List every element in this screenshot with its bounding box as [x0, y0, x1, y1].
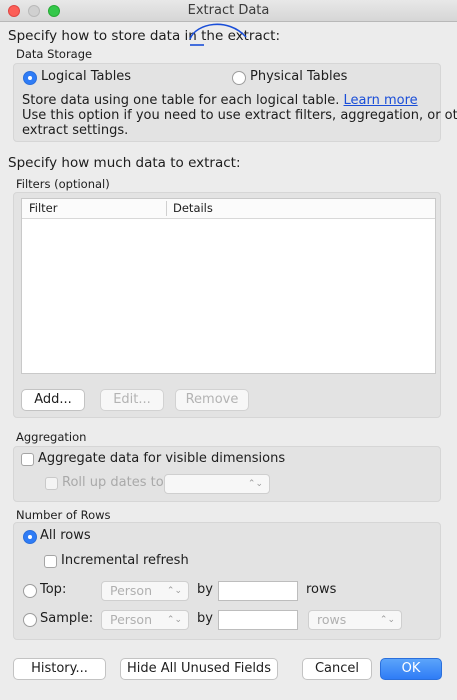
- sample-unit-value: rows: [317, 612, 347, 627]
- history-button[interactable]: History...: [13, 658, 106, 680]
- sample-field-select[interactable]: Person ⌃⌄: [101, 610, 189, 630]
- incremental-refresh-checkbox[interactable]: [44, 555, 57, 568]
- sample-by-label: by: [197, 611, 213, 626]
- sample-radio[interactable]: [23, 613, 37, 627]
- extract-amount-heading: Specify how much data to extract:: [8, 155, 241, 171]
- data-storage-group: Logical Tables Physical Tables Store dat…: [13, 63, 457, 142]
- top-field-value: Person: [110, 583, 153, 598]
- hide-unused-fields-button[interactable]: Hide All Unused Fields: [120, 658, 278, 680]
- storage-description-text: Store data using one table for each logi…: [22, 93, 340, 108]
- storage-description-line-2: Use this option if you need to use extra…: [22, 108, 457, 123]
- aggregate-label[interactable]: Aggregate data for visible dimensions: [38, 451, 285, 466]
- top-rows-label: rows: [306, 582, 337, 597]
- select-stepper-icon: ⌃⌄: [247, 479, 263, 489]
- annotation-mark-icon: [189, 23, 247, 46]
- details-column-header[interactable]: Details: [173, 201, 213, 215]
- filters-label: Filters (optional): [16, 177, 110, 191]
- cancel-button[interactable]: Cancel: [302, 658, 372, 680]
- roll-up-dates-checkbox[interactable]: [45, 477, 58, 490]
- window-title: Extract Data: [187, 3, 270, 18]
- edit-filter-button[interactable]: Edit...: [100, 389, 164, 411]
- top-by-label: by: [197, 582, 213, 597]
- select-stepper-icon: ⌃⌄: [166, 586, 182, 596]
- select-stepper-icon: ⌃⌄: [166, 615, 182, 625]
- physical-tables-label[interactable]: Physical Tables: [250, 69, 347, 84]
- all-rows-radio[interactable]: [23, 530, 37, 544]
- physical-tables-radio[interactable]: [232, 71, 246, 85]
- logical-tables-label[interactable]: Logical Tables: [41, 69, 131, 84]
- top-count-input[interactable]: [218, 581, 298, 601]
- top-field-select[interactable]: Person ⌃⌄: [101, 581, 189, 601]
- aggregation-group: Aggregate data for visible dimensions Ro…: [13, 446, 441, 502]
- aggregation-label: Aggregation: [16, 430, 87, 444]
- roll-up-dates-label: Roll up dates to: [62, 475, 164, 490]
- storage-description-line-1: Store data using one table for each logi…: [22, 93, 418, 108]
- filters-table[interactable]: Filter Details: [21, 198, 436, 374]
- filters-table-header: Filter Details: [22, 199, 435, 219]
- number-of-rows-group: All rows Incremental refresh Top: Person…: [13, 522, 441, 640]
- sample-count-input[interactable]: [218, 610, 298, 630]
- top-label[interactable]: Top:: [40, 582, 66, 597]
- logical-tables-radio[interactable]: [23, 71, 37, 85]
- column-divider: [166, 201, 167, 216]
- learn-more-link[interactable]: Learn more: [344, 93, 418, 108]
- data-storage-label: Data Storage: [16, 47, 93, 61]
- add-filter-button[interactable]: Add...: [21, 389, 85, 411]
- sample-field-value: Person: [110, 612, 153, 627]
- incremental-refresh-label[interactable]: Incremental refresh: [61, 553, 189, 568]
- number-of-rows-label: Number of Rows: [16, 508, 111, 522]
- roll-up-dates-select[interactable]: ⌃⌄: [164, 474, 270, 494]
- filter-column-header[interactable]: Filter: [29, 201, 57, 215]
- storage-description-line-3: extract settings.: [22, 123, 129, 138]
- top-radio[interactable]: [23, 584, 37, 598]
- sample-label[interactable]: Sample:: [40, 611, 93, 626]
- all-rows-label[interactable]: All rows: [40, 528, 91, 543]
- remove-filter-button[interactable]: Remove: [175, 389, 249, 411]
- sample-unit-select[interactable]: rows ⌃⌄: [308, 610, 402, 630]
- aggregate-checkbox[interactable]: [21, 453, 34, 466]
- ok-button[interactable]: OK: [380, 658, 442, 680]
- select-stepper-icon: ⌃⌄: [379, 615, 395, 625]
